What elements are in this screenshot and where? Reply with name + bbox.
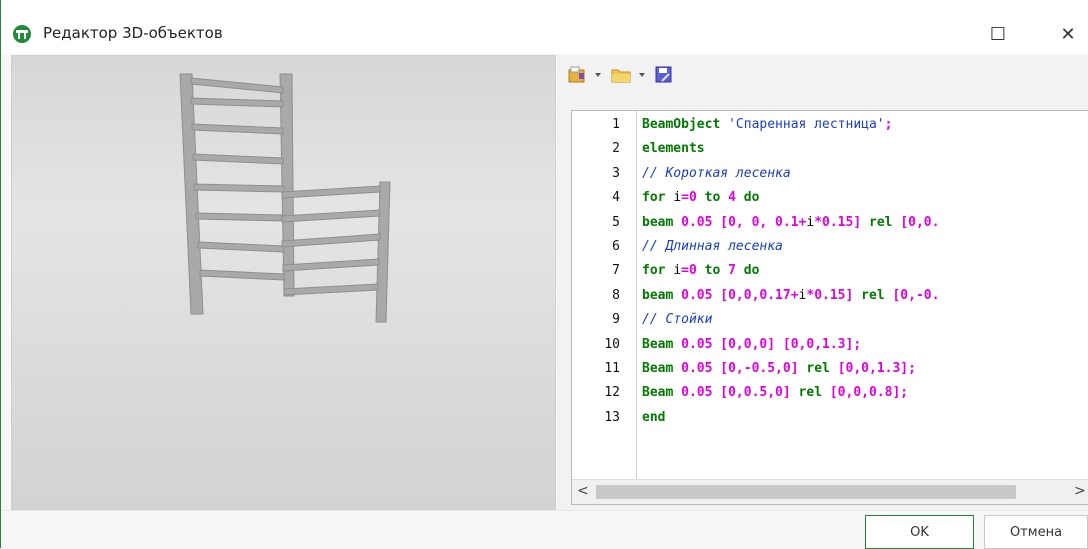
code-line[interactable]: for i=0 to 4 do [642,190,759,205]
code-line[interactable]: Beam 0.05 [0,0,0] [0,0,1.3]; [642,337,861,352]
ok-button[interactable]: OK [865,515,974,549]
code-line[interactable]: for i=0 to 7 do [642,263,759,278]
dialog-footer: OK Отмена [1,510,1088,549]
code-token: BeamObject [642,117,729,132]
code-token: Beam [642,361,682,376]
code-text[interactable]: BeamObject 'Спаренная лестница'; elements… [642,111,1088,479]
line-number: 13 [604,409,620,425]
code-token: // Короткая лесенка [642,165,791,181]
code-token: 4 [728,190,744,206]
code-token: do [743,263,760,279]
code-token: 0.05 [0,0,0] [0,0,1.3]; [681,336,862,352]
3d-viewport[interactable] [11,55,556,510]
code-line[interactable]: elements [642,141,705,156]
title-bar: Редактор 3D-объектов ☐ ✕ [1,0,1088,54]
code-token: 7 [728,263,744,279]
line-number: 10 [604,336,620,352]
window-title: Редактор 3D-объектов [43,24,223,42]
code-line[interactable]: beam 0.05 [0,0,0.17+i*0.15] rel [0,-0. [642,288,939,303]
code-token: [0,0,0.8]; [829,385,909,401]
code-token: 'Спаренная лестница' [728,117,885,132]
line-number: 2 [612,141,620,157]
code-token: *0.15] [806,287,862,303]
object-editor-window: Редактор 3D-объектов ☐ ✕ 1 2 3 4 5 6 7 8… [0,0,1088,549]
code-token: for [642,263,674,279]
code-token: rel [869,214,901,230]
code-panel: 1 2 3 4 5 6 7 8 9 10 11 12 13 BeamObject 'Спаренная … [557,55,1088,510]
code-token: 0.05 [0,-0.5,0] [681,361,807,376]
code-token: *0.15] [814,214,869,230]
code-token: i [673,263,682,279]
line-number: 7 [612,263,620,279]
code-token: 0.05 [0,0,0.17+ [681,287,799,303]
code-token: 0.05 [0,0.5,0] [681,385,799,401]
line-number: 4 [612,190,620,206]
code-token: Beam [642,385,682,401]
code-token: rel [798,385,830,401]
ladder-model [179,73,391,323]
line-number: 5 [612,214,620,230]
code-token: Beam [642,336,682,352]
code-token: do [743,190,760,206]
code-token: elements [642,141,705,157]
line-number: 1 [612,117,620,132]
code-token: [0,0,1.3]; [837,361,916,376]
code-line[interactable]: // Стойки [642,312,712,327]
line-number: 6 [612,239,620,254]
editor-toolbar [567,62,673,88]
code-line[interactable]: Beam 0.05 [0,-0.5,0] rel [0,0,1.3]; [642,361,916,376]
scroll-thumb[interactable] [596,485,1016,499]
close-button[interactable]: ✕ [1041,14,1088,54]
code-token: [0,-0. [892,287,940,303]
line-number: 11 [604,361,620,376]
open-folder-icon[interactable] [611,66,631,84]
code-token: for [642,190,674,206]
line-number-gutter: 1 2 3 4 5 6 7 8 9 10 11 12 13 [572,111,637,479]
save-icon[interactable] [655,66,673,84]
code-line[interactable]: end [642,410,665,425]
code-line[interactable]: beam 0.05 [0, 0, 0.1+i*0.15] rel [0,0. [642,215,939,230]
code-token: =0 [681,190,705,206]
code-token: =0 [681,263,705,279]
code-token: rel [861,287,893,303]
line-number: 9 [612,312,620,328]
template-dropdown-icon[interactable] [595,73,601,77]
code-token: to [704,263,729,279]
open-dropdown-icon[interactable] [639,73,645,77]
code-token: // Длинная лесенка [642,239,783,254]
code-token: [0,0. [900,214,940,230]
code-line[interactable]: // Короткая лесенка [642,166,791,181]
code-token: i [673,190,682,206]
code-token: rel [806,361,838,376]
code-token: 0.05 [0, 0, 0.1+ [681,214,807,230]
code-token: // Стойки [642,312,713,328]
code-token: beam [642,214,682,230]
code-token: beam [642,287,682,303]
scroll-left-icon[interactable]: < [577,483,589,499]
line-number: 3 [612,165,620,181]
code-token: ; [884,117,893,132]
template-icon[interactable] [567,66,587,84]
code-token: end [642,409,666,425]
cancel-button[interactable]: Отмена [984,515,1088,549]
maximize-button[interactable]: ☐ [971,14,1025,54]
code-line[interactable]: // Длинная лесенка [642,239,783,254]
horizontal-scrollbar[interactable]: < > [572,479,1088,504]
scroll-right-icon[interactable]: > [1074,483,1086,499]
app-icon [13,25,31,43]
code-token: to [704,190,729,206]
code-line[interactable]: Beam 0.05 [0,0.5,0] rel [0,0,0.8]; [642,385,908,400]
line-number: 8 [612,287,620,303]
code-line[interactable]: BeamObject 'Спаренная лестница'; [642,117,892,132]
code-editor[interactable]: 1 2 3 4 5 6 7 8 9 10 11 12 13 BeamObject 'Спаренная … [571,110,1088,505]
line-number: 12 [604,385,620,401]
